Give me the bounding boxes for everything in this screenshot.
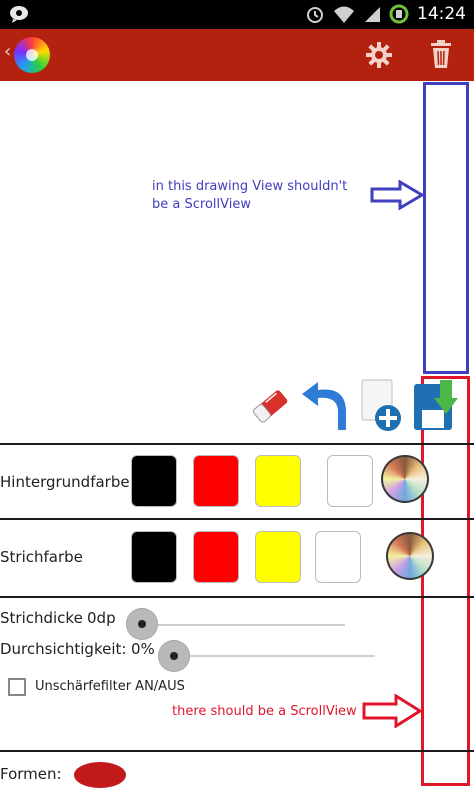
blur-filter-checkbox[interactable] [8, 678, 26, 696]
notification-icon [10, 6, 28, 23]
back-chevron-icon[interactable]: ‹ [4, 43, 11, 61]
ellipse-shape-button[interactable] [74, 762, 126, 788]
app-logo[interactable] [14, 37, 50, 73]
divider [0, 518, 474, 520]
bg-color-wheel-icon[interactable] [381, 455, 429, 503]
stroke-width-label: Strichdicke [0, 609, 83, 627]
blur-filter-label: Unschärfefilter AN/AUS [35, 679, 185, 694]
stroke-swatch-black[interactable] [131, 531, 177, 583]
settings-icon[interactable] [366, 42, 392, 68]
save-icon[interactable] [410, 378, 460, 434]
trash-icon[interactable] [430, 40, 452, 68]
bg-swatch-red[interactable] [193, 455, 239, 507]
blue-annotation-text: in this drawing View shouldn't be a Scro… [152, 179, 348, 212]
stroke-width-value: 0dp [87, 609, 116, 627]
undo-icon[interactable] [300, 378, 352, 432]
divider [0, 750, 474, 752]
background-color-label: Hintergrundfarbe [0, 473, 130, 491]
bg-swatch-white[interactable] [327, 455, 373, 507]
eraser-icon[interactable] [248, 384, 294, 430]
new-document-icon[interactable] [358, 378, 404, 434]
stroke-color-wheel-icon[interactable] [386, 532, 434, 580]
action-bar: ‹ [0, 29, 474, 81]
battery-icon [389, 4, 409, 24]
red-annotation-box [421, 376, 470, 786]
drawing-canvas[interactable] [0, 81, 474, 381]
red-annotation-text: there should be a ScrollView [172, 704, 357, 719]
shapes-label: Formen: [0, 765, 62, 783]
divider [0, 596, 474, 598]
transparency-label: Durchsichtigkeit: [0, 640, 127, 658]
bg-swatch-black[interactable] [131, 455, 177, 507]
status-bar: 14:24 [0, 0, 474, 29]
stroke-width-thumb[interactable] [126, 608, 158, 640]
blue-arrow-icon [370, 180, 424, 210]
blue-annotation-box [423, 82, 469, 374]
alarm-icon [307, 7, 323, 23]
red-arrow-icon [362, 694, 422, 728]
status-icons: 14:24 [305, 4, 466, 24]
stroke-swatch-red[interactable] [193, 531, 239, 583]
transparency-thumb[interactable] [158, 640, 190, 672]
stroke-color-label: Strichfarbe [0, 548, 83, 566]
stroke-width-track[interactable] [140, 624, 345, 626]
bg-swatch-yellow[interactable] [255, 455, 301, 507]
stroke-swatch-yellow[interactable] [255, 531, 301, 583]
wifi-icon [334, 6, 354, 23]
divider [0, 443, 474, 445]
transparency-track[interactable] [170, 655, 375, 657]
stroke-swatch-white[interactable] [315, 531, 361, 583]
signal-icon [365, 7, 380, 22]
transparency-value: 0% [131, 640, 155, 658]
status-time: 14:24 [417, 4, 466, 24]
